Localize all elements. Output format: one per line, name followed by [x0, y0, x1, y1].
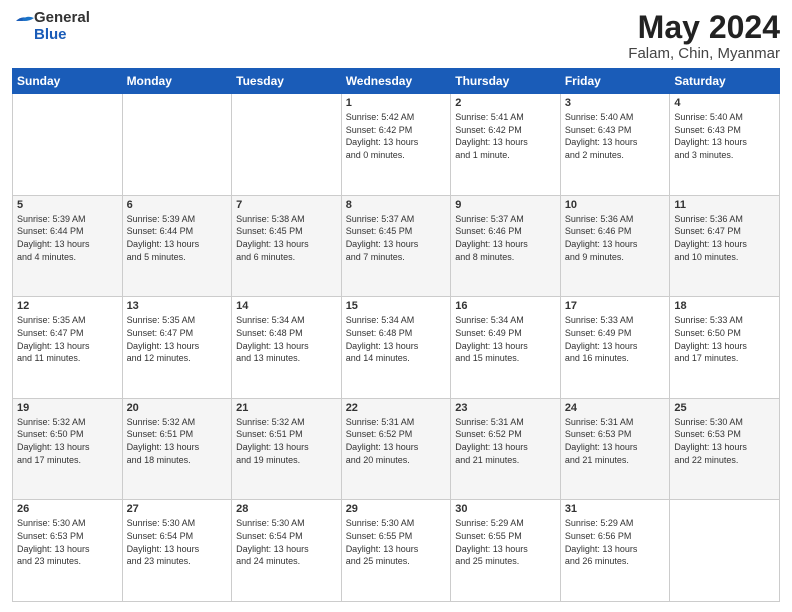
- table-row: 25Sunrise: 5:30 AMSunset: 6:53 PMDayligh…: [670, 398, 780, 500]
- table-row: 2Sunrise: 5:41 AMSunset: 6:42 PMDaylight…: [451, 94, 561, 196]
- table-row: 26Sunrise: 5:30 AMSunset: 6:53 PMDayligh…: [13, 500, 123, 602]
- logo-bird-icon: [12, 13, 34, 41]
- table-row: [232, 94, 342, 196]
- table-row: 7Sunrise: 5:38 AMSunset: 6:45 PMDaylight…: [232, 195, 342, 297]
- table-row: 22Sunrise: 5:31 AMSunset: 6:52 PMDayligh…: [341, 398, 451, 500]
- table-row: 31Sunrise: 5:29 AMSunset: 6:56 PMDayligh…: [560, 500, 670, 602]
- calendar-header-row: Sunday Monday Tuesday Wednesday Thursday…: [13, 69, 780, 94]
- table-row: 27Sunrise: 5:30 AMSunset: 6:54 PMDayligh…: [122, 500, 232, 602]
- calendar-table: Sunday Monday Tuesday Wednesday Thursday…: [12, 68, 780, 602]
- table-row: 18Sunrise: 5:33 AMSunset: 6:50 PMDayligh…: [670, 297, 780, 399]
- table-row: 30Sunrise: 5:29 AMSunset: 6:55 PMDayligh…: [451, 500, 561, 602]
- header-sunday: Sunday: [13, 69, 123, 94]
- page-header: General Blue May 2024 Falam, Chin, Myanm…: [12, 10, 780, 62]
- table-row: [122, 94, 232, 196]
- title-section: May 2024 Falam, Chin, Myanmar: [628, 10, 780, 62]
- page-container: General Blue May 2024 Falam, Chin, Myanm…: [0, 0, 792, 612]
- table-row: 4Sunrise: 5:40 AMSunset: 6:43 PMDaylight…: [670, 94, 780, 196]
- table-row: 9Sunrise: 5:37 AMSunset: 6:46 PMDaylight…: [451, 195, 561, 297]
- table-row: 29Sunrise: 5:30 AMSunset: 6:55 PMDayligh…: [341, 500, 451, 602]
- logo-general-text: General: [34, 10, 90, 27]
- table-row: 3Sunrise: 5:40 AMSunset: 6:43 PMDaylight…: [560, 94, 670, 196]
- header-monday: Monday: [122, 69, 232, 94]
- table-row: 17Sunrise: 5:33 AMSunset: 6:49 PMDayligh…: [560, 297, 670, 399]
- table-row: 11Sunrise: 5:36 AMSunset: 6:47 PMDayligh…: [670, 195, 780, 297]
- table-row: 10Sunrise: 5:36 AMSunset: 6:46 PMDayligh…: [560, 195, 670, 297]
- table-row: 19Sunrise: 5:32 AMSunset: 6:50 PMDayligh…: [13, 398, 123, 500]
- table-row: 14Sunrise: 5:34 AMSunset: 6:48 PMDayligh…: [232, 297, 342, 399]
- table-row: 8Sunrise: 5:37 AMSunset: 6:45 PMDaylight…: [341, 195, 451, 297]
- header-tuesday: Tuesday: [232, 69, 342, 94]
- table-row: 23Sunrise: 5:31 AMSunset: 6:52 PMDayligh…: [451, 398, 561, 500]
- table-row: 20Sunrise: 5:32 AMSunset: 6:51 PMDayligh…: [122, 398, 232, 500]
- location-title: Falam, Chin, Myanmar: [628, 45, 780, 62]
- table-row: 16Sunrise: 5:34 AMSunset: 6:49 PMDayligh…: [451, 297, 561, 399]
- header-saturday: Saturday: [670, 69, 780, 94]
- header-wednesday: Wednesday: [341, 69, 451, 94]
- table-row: [670, 500, 780, 602]
- table-row: [13, 94, 123, 196]
- table-row: 21Sunrise: 5:32 AMSunset: 6:51 PMDayligh…: [232, 398, 342, 500]
- table-row: 6Sunrise: 5:39 AMSunset: 6:44 PMDaylight…: [122, 195, 232, 297]
- month-title: May 2024: [628, 10, 780, 45]
- table-row: 24Sunrise: 5:31 AMSunset: 6:53 PMDayligh…: [560, 398, 670, 500]
- table-row: 13Sunrise: 5:35 AMSunset: 6:47 PMDayligh…: [122, 297, 232, 399]
- table-row: 5Sunrise: 5:39 AMSunset: 6:44 PMDaylight…: [13, 195, 123, 297]
- table-row: 12Sunrise: 5:35 AMSunset: 6:47 PMDayligh…: [13, 297, 123, 399]
- logo-blue-text: Blue: [34, 27, 90, 44]
- logo: General Blue: [12, 10, 90, 43]
- header-thursday: Thursday: [451, 69, 561, 94]
- table-row: 28Sunrise: 5:30 AMSunset: 6:54 PMDayligh…: [232, 500, 342, 602]
- table-row: 1Sunrise: 5:42 AMSunset: 6:42 PMDaylight…: [341, 94, 451, 196]
- header-friday: Friday: [560, 69, 670, 94]
- table-row: 15Sunrise: 5:34 AMSunset: 6:48 PMDayligh…: [341, 297, 451, 399]
